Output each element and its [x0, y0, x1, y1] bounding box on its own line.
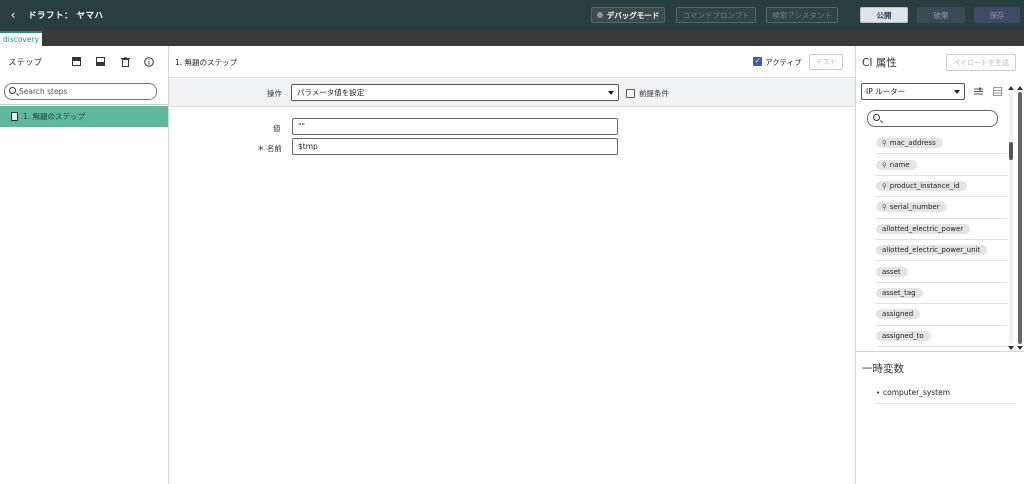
- caret-down-icon: [954, 90, 960, 94]
- step-editor-header: 1. 無題のステップ ✓ アクティブ テスト: [169, 46, 855, 78]
- key-icon: ⚲: [882, 139, 887, 148]
- search-icon: [9, 87, 16, 94]
- page-title: ドラフト： ヤマハ: [28, 11, 104, 21]
- attribute-chip[interactable]: ⚲ product_instance_id: [876, 180, 967, 191]
- record-dot-icon: [596, 12, 603, 18]
- save-button[interactable]: 保存: [974, 7, 1020, 23]
- add-step-below-icon[interactable]: [95, 57, 105, 67]
- tab-discovery[interactable]: discovery: [0, 31, 42, 46]
- attribute-list: ⚲ mac_address ⚲ name ⚲ product_instance_id …: [876, 133, 1007, 349]
- filter-lines-icon[interactable]: [974, 87, 983, 96]
- divider: [0, 104, 169, 105]
- attribute-chip[interactable]: allotted_electric_power_unit: [876, 245, 988, 256]
- search-icon: [873, 114, 880, 121]
- ci-type-value: IP ルーター: [866, 87, 906, 96]
- operation-value: パラメータ値を設定: [297, 88, 365, 97]
- info-icon[interactable]: [144, 57, 154, 67]
- scroll-down-arrow-icon[interactable]: [1008, 346, 1014, 350]
- name-input[interactable]: $tmp: [292, 138, 618, 155]
- active-checkbox[interactable]: ✓: [753, 57, 762, 66]
- scroll-up-arrow-icon[interactable]: [1008, 86, 1014, 90]
- attribute-search-input[interactable]: [867, 110, 998, 127]
- steps-header: ステップ: [0, 46, 168, 78]
- search-assistant-button[interactable]: 検索アシスタント: [766, 7, 838, 23]
- attribute-chip[interactable]: ⚲ mac_address: [876, 138, 943, 149]
- attribute-row[interactable]: assigned: [876, 304, 1007, 326]
- attribute-row[interactable]: ⚲ product_instance_id: [876, 176, 1007, 198]
- attribute-row[interactable]: asset: [876, 261, 1007, 283]
- scroll-thumb[interactable]: [1018, 92, 1022, 344]
- operation-label: 操作: [267, 89, 282, 98]
- attribute-chip[interactable]: allotted_electric_power: [876, 223, 971, 234]
- attribute-name: serial_number: [889, 203, 940, 212]
- trash-icon[interactable]: [120, 57, 130, 67]
- scroll-track[interactable]: [1009, 92, 1013, 344]
- active-label: アクティブ: [765, 58, 802, 67]
- attribute-name: mac_address: [889, 139, 936, 148]
- attribute-list-scrollbar[interactable]: [1008, 86, 1014, 350]
- step-list-item[interactable]: 1. 無題のステップ: [0, 106, 168, 127]
- steps-title: ステップ: [8, 58, 43, 68]
- publish-button[interactable]: 公開: [860, 7, 908, 23]
- scroll-down-arrow-icon[interactable]: [1017, 346, 1023, 350]
- attribute-chip[interactable]: asset: [876, 266, 908, 277]
- step-title: 1. 無題のステップ: [175, 58, 238, 67]
- generate-payload-button[interactable]: ペイロードを生成: [946, 54, 1016, 71]
- list-view-icon[interactable]: [993, 87, 1002, 96]
- attribute-row[interactable]: ⚲ mac_address: [876, 133, 1007, 155]
- scroll-up-arrow-icon[interactable]: [1017, 86, 1023, 90]
- attribute-name: name: [889, 160, 910, 169]
- test-button[interactable]: テスト: [809, 54, 843, 70]
- key-icon: ⚲: [882, 160, 887, 169]
- discard-button[interactable]: 破棄: [917, 7, 965, 23]
- name-label: ＊ 名前: [257, 144, 282, 153]
- steps-panel: ステップ Search steps 1. 無題のステップ: [0, 46, 169, 484]
- scroll-thumb[interactable]: [1009, 142, 1013, 160]
- attribute-chip[interactable]: assigned: [876, 309, 921, 320]
- value-input[interactable]: "": [292, 118, 618, 135]
- debug-mode-label: デバッグモード: [606, 10, 660, 20]
- search-steps-input[interactable]: Search steps: [4, 83, 157, 100]
- attribute-row[interactable]: allotted_electric_power_unit: [876, 240, 1007, 262]
- attribute-chip[interactable]: ⚲ name: [876, 159, 917, 170]
- attribute-name: product_instance_id: [889, 181, 960, 190]
- attribute-chip[interactable]: assigned_to: [876, 330, 931, 341]
- search-steps-placeholder: Search steps: [19, 87, 68, 96]
- key-icon: ⚲: [882, 203, 887, 212]
- command-prompt-button[interactable]: コマンドプロンプト: [676, 7, 756, 23]
- precondition-checkbox[interactable]: [626, 89, 635, 98]
- add-step-above-icon[interactable]: [71, 57, 81, 67]
- temp-variables-title: 一時変数: [862, 363, 904, 375]
- attribute-chip[interactable]: asset_tag: [876, 287, 923, 298]
- debug-mode-button[interactable]: デバッグモード: [591, 7, 665, 23]
- divider: [856, 351, 1024, 352]
- step-label: 1. 無題のステップ: [23, 112, 86, 121]
- ci-attributes-title: CI 属性: [862, 57, 897, 69]
- attribute-row[interactable]: ⚲ serial_number: [876, 197, 1007, 219]
- operation-row: 操作 パラメータ値を設定 前提条件: [169, 79, 855, 107]
- attribute-row[interactable]: assigned_to: [876, 326, 1007, 347]
- step-editor: 1. 無題のステップ ✓ アクティブ テスト 操作 パラメータ値を設定 前提条件…: [169, 46, 855, 484]
- caret-down-icon: [608, 91, 614, 95]
- operation-select[interactable]: パラメータ値を設定: [291, 84, 619, 101]
- panel-scrollbar[interactable]: [1017, 86, 1023, 350]
- attribute-row[interactable]: allotted_electric_power: [876, 219, 1007, 240]
- precondition-label: 前提条件: [639, 89, 669, 98]
- attribute-row[interactable]: asset_tag: [876, 283, 1007, 305]
- document-icon: [11, 112, 18, 121]
- temp-variable-item[interactable]: computer_system: [876, 383, 1016, 404]
- ci-type-select[interactable]: IP ルーター: [861, 83, 965, 100]
- chevron-left-icon[interactable]: ‹: [2, 8, 24, 22]
- attribute-chip[interactable]: ⚲ serial_number: [876, 202, 947, 213]
- tab-strip: discovery: [0, 30, 1024, 46]
- value-label: 値: [273, 124, 281, 133]
- key-icon: ⚲: [882, 181, 887, 190]
- attribute-row[interactable]: ⚲ name: [876, 154, 1007, 176]
- ci-attributes-panel: CI 属性 ペイロードを生成 IP ルーター ⚲ mac_address ⚲ nam…: [855, 46, 1024, 484]
